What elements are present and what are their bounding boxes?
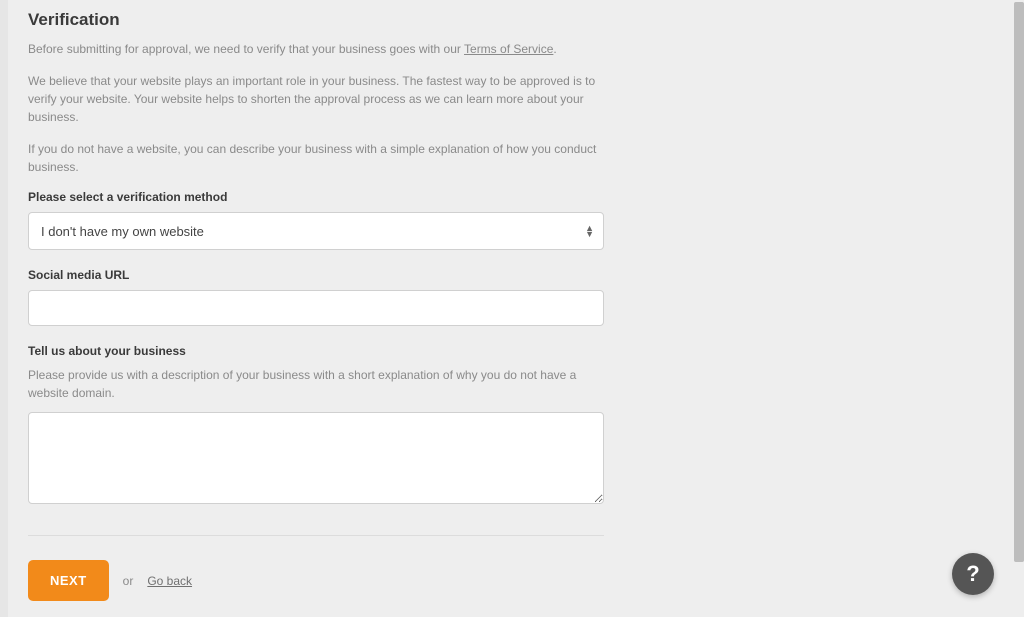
help-fab-button[interactable]: ? [952, 553, 994, 595]
next-button[interactable]: NEXT [28, 560, 109, 601]
verification-method-field: Please select a verification method I do… [28, 190, 604, 250]
intro-text-1a: Before submitting for approval, we need … [28, 42, 464, 56]
vertical-scrollbar[interactable] [1012, 2, 1024, 587]
scrollbar-thumb[interactable] [1014, 2, 1024, 562]
page-container: Verification Before submitting for appro… [8, 0, 1024, 617]
or-text: or [123, 574, 134, 588]
actions-row: NEXT or Go back [28, 560, 604, 601]
left-edge [0, 0, 8, 617]
question-mark-icon: ? [966, 561, 979, 587]
verification-method-select[interactable]: I don't have my own website [28, 212, 604, 250]
intro-paragraph-1: Before submitting for approval, we need … [28, 40, 604, 58]
section-divider [28, 535, 604, 536]
page-title: Verification [28, 10, 604, 30]
intro-paragraph-2: We believe that your website plays an im… [28, 72, 604, 126]
social-media-input[interactable] [28, 290, 604, 326]
content-column: Verification Before submitting for appro… [28, 10, 604, 601]
business-description-field: Tell us about your business Please provi… [28, 344, 604, 509]
social-media-label: Social media URL [28, 268, 604, 282]
verification-method-label: Please select a verification method [28, 190, 604, 204]
business-description-textarea[interactable] [28, 412, 604, 504]
business-description-help: Please provide us with a description of … [28, 366, 604, 402]
intro-paragraph-3: If you do not have a website, you can de… [28, 140, 604, 176]
business-description-label: Tell us about your business [28, 344, 604, 358]
verification-method-select-wrap: I don't have my own website ▲▼ [28, 212, 604, 250]
intro-block: Before submitting for approval, we need … [28, 40, 604, 176]
terms-of-service-link[interactable]: Terms of Service [464, 42, 553, 56]
go-back-link[interactable]: Go back [147, 574, 192, 588]
intro-text-1b: . [553, 42, 556, 56]
social-media-field: Social media URL [28, 268, 604, 326]
